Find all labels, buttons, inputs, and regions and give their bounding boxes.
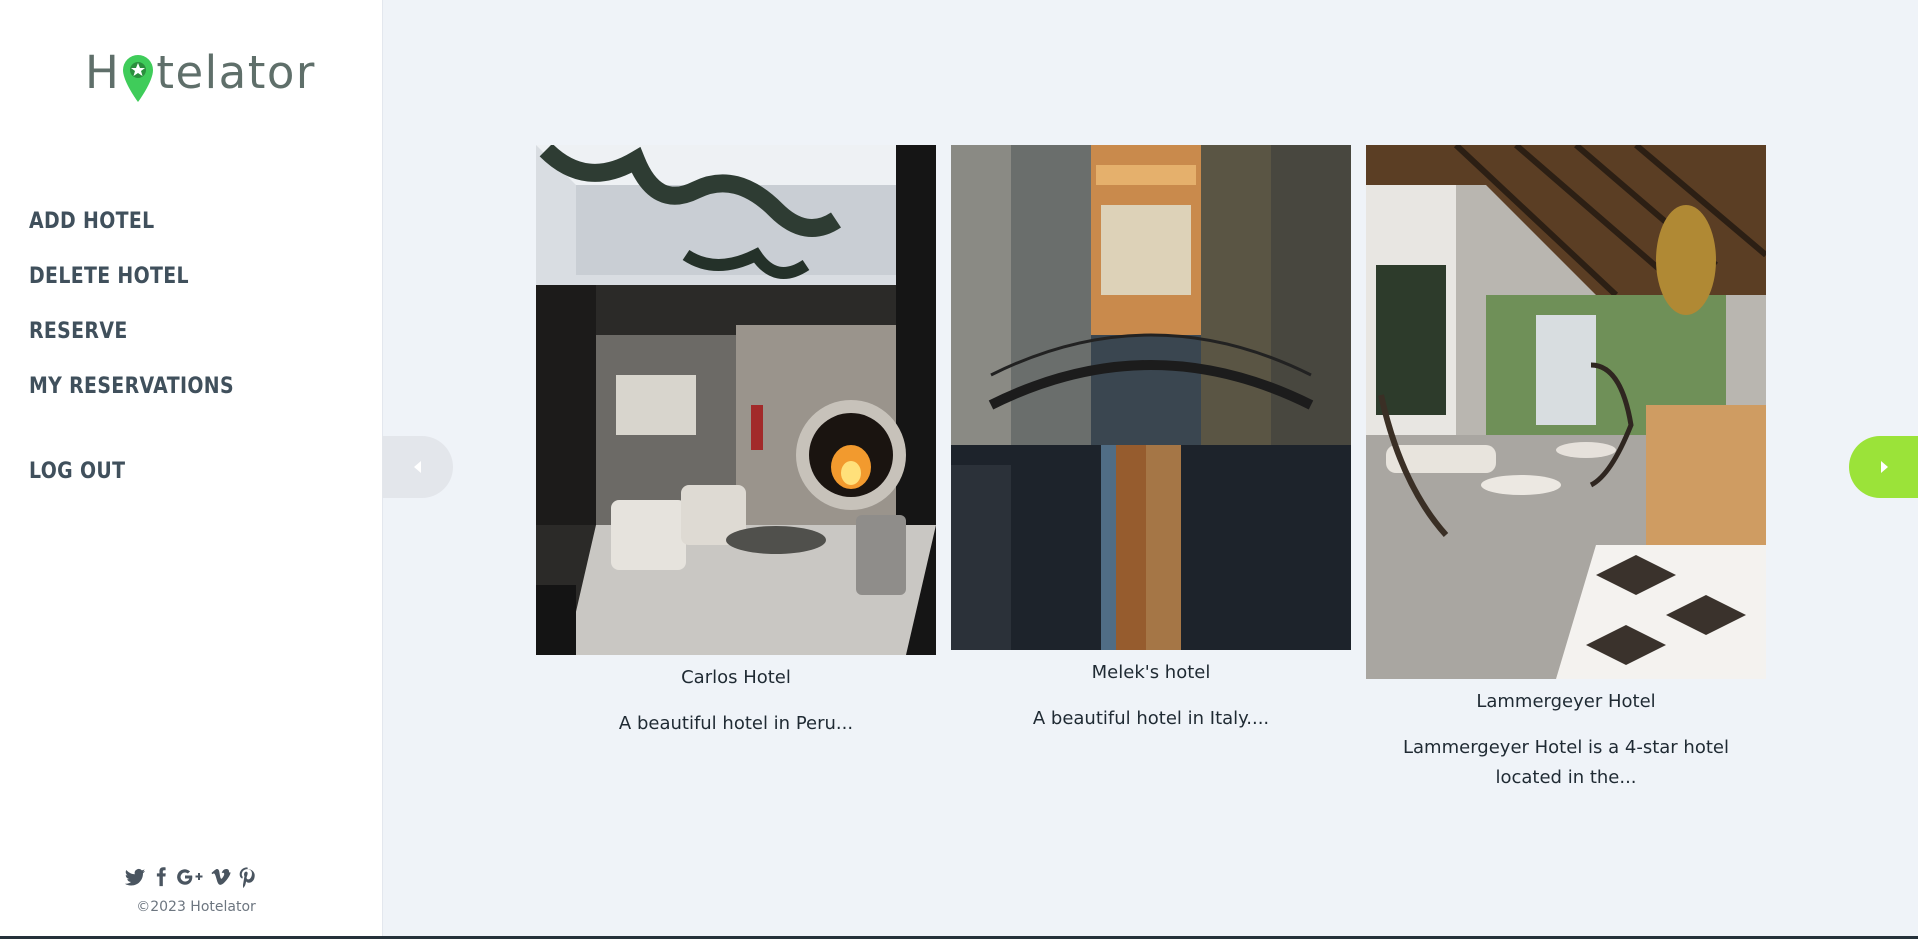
facebook-icon[interactable] [150,866,172,888]
hotel-description: Lammergeyer Hotel is a 4-star hotel loca… [1403,737,1729,788]
carousel-prev-button[interactable] [382,436,453,498]
hotel-name: Lammergeyer Hotel [1476,691,1656,712]
copyright-text: ©2023 Hotelator [136,899,256,915]
nav-my-reservations[interactable]: My Reservations [29,368,234,423]
social-links [0,866,382,888]
hotel-description: A beautiful hotel in Italy.... [1032,708,1270,729]
hotel-name: Melek's hotel [1091,662,1211,683]
twitter-icon[interactable] [124,866,146,888]
hotel-name: Carlos Hotel [681,667,791,688]
nav-delete-hotel[interactable]: Delete Hotel [29,258,234,313]
logo-text-end: telator [156,45,316,99]
caret-right-icon [1880,461,1888,473]
logo-text-start: H [85,45,121,99]
hotelator-logo[interactable]: H telator [85,42,316,102]
nav-reserve[interactable]: Reserve [29,313,234,368]
hotel-photo-lobby[interactable] [536,145,936,655]
sidebar: H telator Add Hotel Delete Hotel Reserve… [0,0,383,939]
caret-left-icon [413,461,421,473]
hotel-card[interactable]: Melek's hotel A beautiful hotel in Italy… [951,145,1351,734]
pinterest-icon[interactable] [236,866,258,888]
nav-add-hotel[interactable]: Add Hotel [29,203,234,258]
carousel-next-button[interactable] [1849,436,1918,498]
hotel-photo-veranda[interactable] [1366,145,1766,679]
main-nav: Add Hotel Delete Hotel Reserve My Reserv… [29,203,267,508]
google-plus-icon[interactable] [176,866,206,888]
nav-log-out[interactable]: Log Out [29,453,234,508]
vimeo-icon[interactable] [210,866,232,888]
hotel-card[interactable]: Carlos Hotel A beautiful hotel in Peru..… [536,145,936,739]
hotel-photo-canal[interactable] [951,145,1351,650]
hotel-card[interactable]: Lammergeyer Hotel Lammergeyer Hotel is a… [1366,145,1766,793]
map-pin-star-icon [121,52,155,104]
hotel-description: A beautiful hotel in Peru... [618,713,854,734]
